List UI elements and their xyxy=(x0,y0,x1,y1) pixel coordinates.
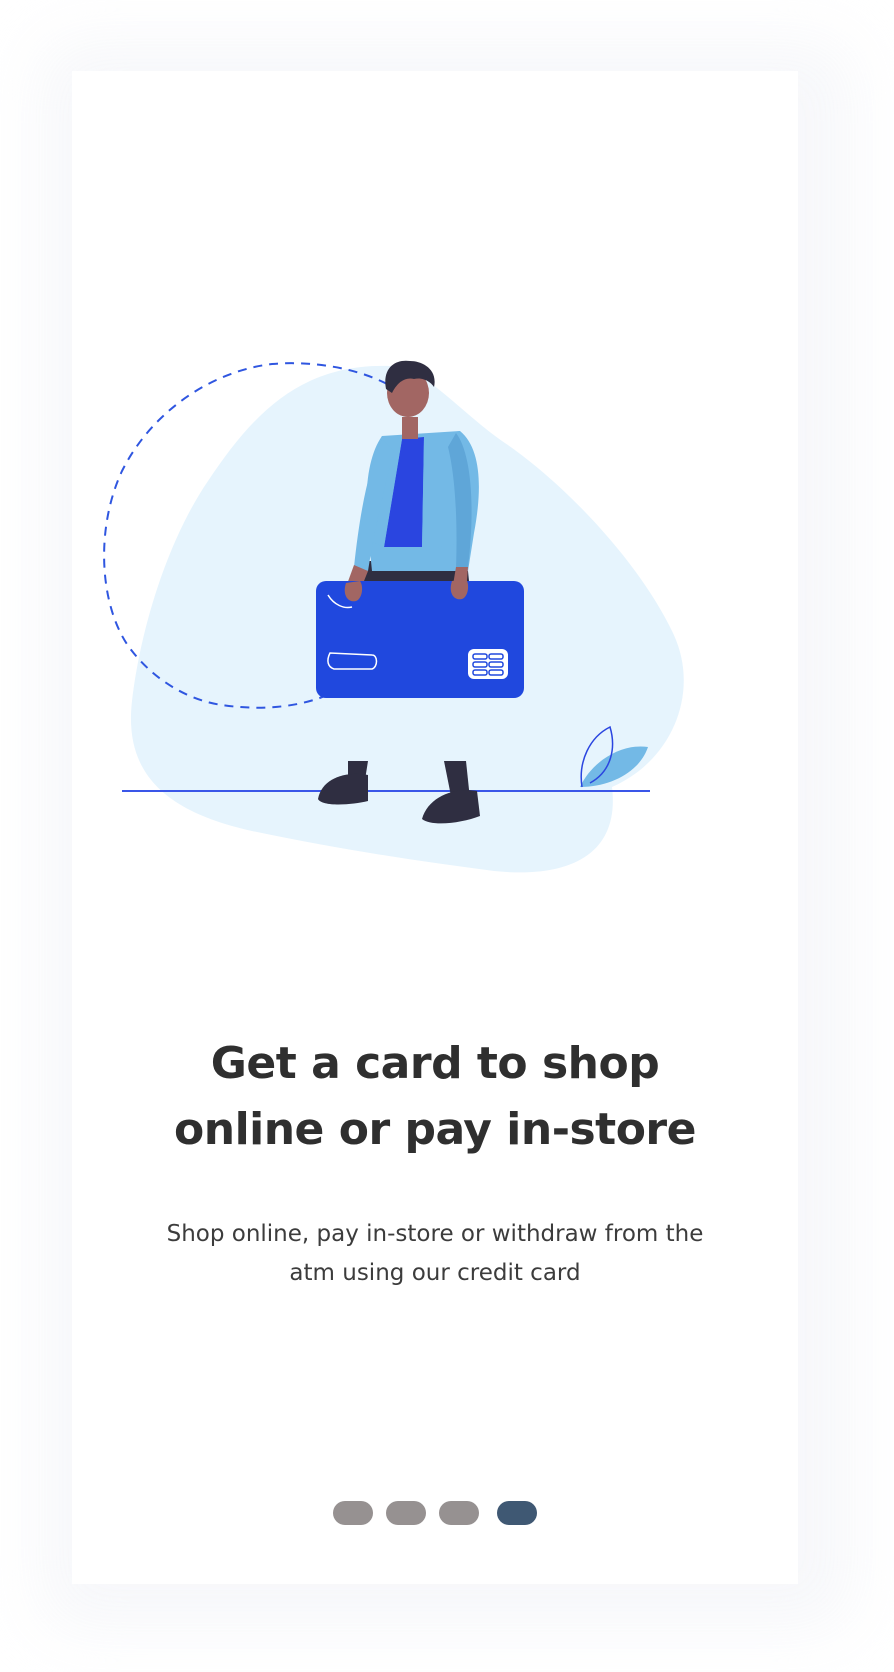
credit-card-icon xyxy=(316,579,524,698)
onboarding-screen: Get a card to shop online or pay in-stor… xyxy=(72,71,798,1584)
page-dot-4-active[interactable] xyxy=(497,1501,537,1525)
page-dot-2[interactable] xyxy=(386,1501,426,1525)
onboarding-title-line1: Get a card to shop xyxy=(210,1038,660,1089)
page-dot-3[interactable] xyxy=(439,1501,479,1525)
onboarding-title-line2: online or pay in-store xyxy=(174,1104,696,1155)
onboarding-description-line1: Shop online, pay in-store or withdraw fr… xyxy=(166,1221,704,1247)
page-dot-1[interactable] xyxy=(333,1501,373,1525)
onboarding-title: Get a card to shop online or pay in-stor… xyxy=(92,1031,778,1163)
onboarding-description-line2: atm using our credit card xyxy=(289,1260,581,1286)
credit-card-illustration xyxy=(103,360,684,873)
onboarding-description: Shop online, pay in-store or withdraw fr… xyxy=(132,1215,738,1293)
page-indicator xyxy=(72,1501,798,1527)
